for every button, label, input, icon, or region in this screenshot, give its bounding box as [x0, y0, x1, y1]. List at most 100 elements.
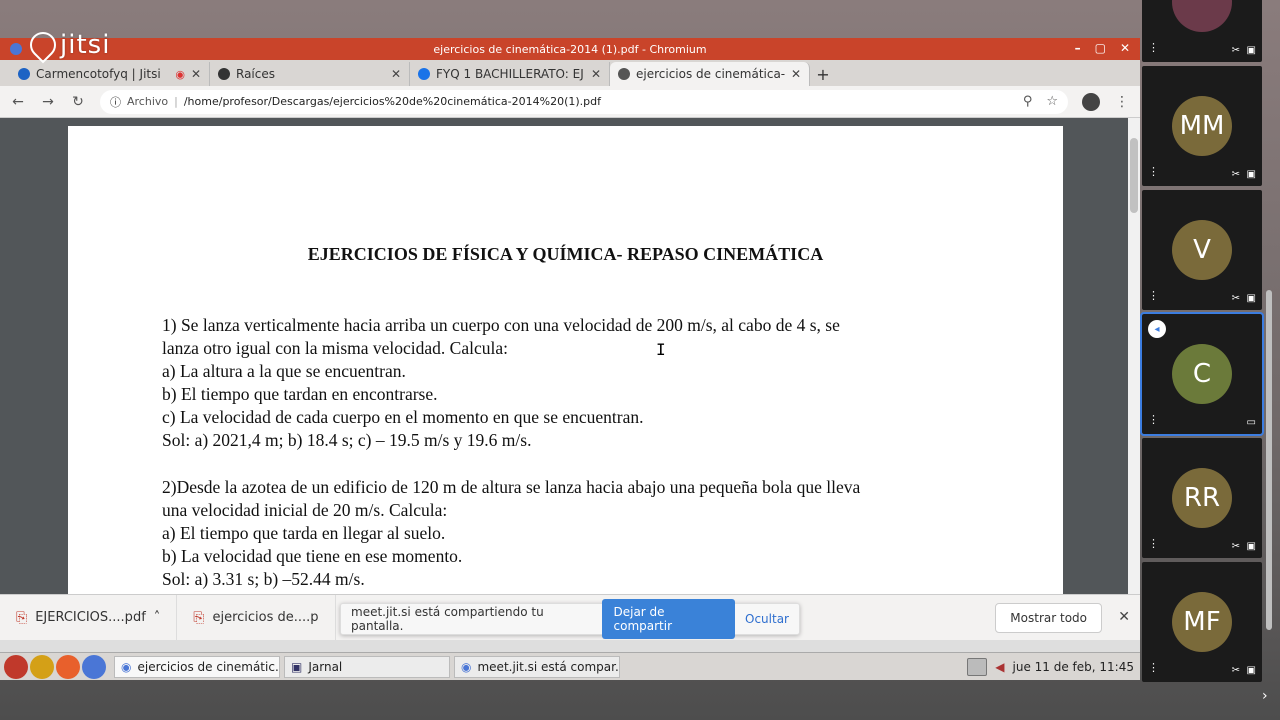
close-window-button[interactable]: ✕ — [1120, 41, 1130, 55]
close-tab-icon[interactable]: ✕ — [591, 67, 601, 81]
firefox-icon[interactable] — [56, 654, 80, 679]
jitsi-logo-icon — [24, 26, 62, 64]
mic-muted-icon: ✂ — [1231, 665, 1240, 676]
scrollbar-thumb[interactable] — [1130, 138, 1138, 213]
reload-icon[interactable]: ↻ — [70, 94, 86, 110]
chevron-right-icon[interactable]: › — [1262, 688, 1268, 704]
browser-toolbar: ← → ↻ ⓘ Archivo | /home/profesor/Descarg… — [0, 86, 1140, 118]
taskbar-item-meet[interactable]: ◉ meet.jit.si está compar... — [454, 655, 620, 678]
globe-icon — [218, 68, 230, 80]
edmodo-icon — [418, 68, 430, 80]
more-options-icon[interactable]: ⋮ — [1148, 289, 1159, 302]
hide-button[interactable]: Ocultar — [745, 612, 789, 626]
camera-off-icon: ▣ — [1246, 541, 1256, 552]
address-bar[interactable]: ⓘ Archivo | /home/profesor/Descargas/eje… — [100, 89, 1068, 114]
maximize-button[interactable]: ▢ — [1095, 41, 1106, 55]
download-filename: ejercicios de....p — [212, 610, 319, 625]
participant-tile[interactable]: MM ⋮ ✂ ▣ — [1142, 66, 1262, 186]
exercise-line: Sol: a) 2021,4 m; b) 18.4 s; c) – 19.5 m… — [162, 430, 532, 450]
download-item[interactable]: ⎘ ejercicios de....p — [177, 595, 336, 640]
info-icon[interactable]: ⓘ — [110, 94, 121, 110]
camera-off-icon: ▣ — [1246, 45, 1256, 56]
globe-icon — [618, 68, 630, 80]
exercise-line: b) El tiempo que tardan en encontrarse. — [162, 384, 438, 404]
close-tab-icon[interactable]: ✕ — [791, 67, 801, 81]
tab-label: Raíces — [236, 67, 275, 81]
screen-share-icon: ▭ — [1246, 417, 1256, 428]
screen-share-notification: meet.jit.si está compartiendo tu pantall… — [340, 599, 800, 639]
participant-avatar: MM — [1172, 96, 1232, 156]
volume-icon[interactable]: ◀ — [995, 660, 1004, 674]
exercise-line: b) La velocidad que tiene en ese momento… — [162, 546, 463, 566]
downloads-bar: ⎘ EJERCICIOS....pdf ˄ ⎘ ejercicios de...… — [0, 594, 1140, 640]
exercise-line: 2)Desde la azotea de un edificio de 120 … — [162, 477, 861, 497]
pdf-page: EJERCICIOS DE FÍSICA Y QUÍMICA- REPASO C… — [68, 126, 1063, 594]
jitsi-tab-icon — [18, 68, 30, 80]
participant-tile[interactable]: V ⋮ ✂ ▣ — [1142, 190, 1262, 310]
chromium-icon — [10, 43, 22, 55]
address-url: /home/profesor/Descargas/ejercicios%20de… — [183, 95, 601, 108]
close-tab-icon[interactable]: ✕ — [391, 67, 401, 81]
tab-fyq[interactable]: FYQ 1 BACHILLERATO: EJ ✕ — [410, 62, 610, 86]
exercise-1: 1) Se lanza verticalmente hacia arriba u… — [162, 314, 840, 452]
pdf-file-icon: ⎘ — [193, 609, 205, 626]
close-downloads-icon[interactable]: ✕ — [1118, 609, 1130, 625]
exercise-line: 1) Se lanza verticalmente hacia arriba u… — [162, 315, 840, 335]
participant-tile[interactable]: ⋮ ✂ ▣ — [1142, 0, 1262, 62]
system-tray: ◀ jue 11 de feb, 11:45 — [967, 657, 1140, 676]
more-options-icon[interactable]: ⋮ — [1148, 413, 1159, 426]
exercise-line: a) La altura a la que se encuentran. — [162, 361, 406, 381]
more-options-icon[interactable]: ⋮ — [1148, 165, 1159, 178]
new-tab-button[interactable]: + — [810, 62, 836, 86]
chromium-small-icon: ◉ — [121, 659, 132, 674]
minimize-button[interactable]: – — [1075, 41, 1081, 55]
exercise-line: una velocidad inicial de 20 m/s. Calcula… — [162, 500, 448, 520]
exercise-line: lanza otro igual con la misma velocidad.… — [162, 338, 508, 358]
window-titlebar: ejercicios de cinemática-2014 (1).pdf - … — [0, 38, 1140, 60]
chromium-launcher-icon[interactable] — [82, 654, 106, 679]
participant-tile[interactable]: RR ⋮ ✂ ▣ — [1142, 438, 1262, 558]
pdf-title: EJERCICIOS DE FÍSICA Y QUÍMICA- REPASO C… — [307, 244, 824, 264]
profile-avatar-icon[interactable] — [1082, 92, 1100, 111]
menu-kebab-icon[interactable]: ⋮ — [1114, 94, 1130, 110]
notes-app-icon[interactable] — [30, 654, 54, 679]
tab-label: Carmencotofyq | Jitsi — [36, 67, 161, 81]
pdf-viewer: EJERCICIOS DE FÍSICA Y QUÍMICA- REPASO C… — [0, 118, 1140, 594]
address-separator: | — [174, 95, 178, 108]
participant-tile[interactable]: MF ⋮ ✂ ▣ — [1142, 562, 1262, 682]
shared-screen: ejercicios de cinemática-2014 (1).pdf - … — [0, 38, 1140, 680]
tab-raices[interactable]: Raíces ✕ — [210, 62, 410, 86]
participant-scrollbar[interactable] — [1266, 290, 1272, 630]
tab-jitsi[interactable]: Carmencotofyq | Jitsi ◉ ✕ — [10, 62, 210, 86]
more-options-icon[interactable]: ⋮ — [1148, 661, 1159, 674]
taskbar-item-chromium[interactable]: ◉ ejercicios de cinemátic... — [114, 655, 280, 678]
zoom-icon[interactable]: ⚲ — [1023, 94, 1033, 109]
participant-avatar: C — [1172, 344, 1232, 404]
clock[interactable]: jue 11 de feb, 11:45 — [1013, 660, 1134, 674]
participant-avatar — [1172, 0, 1232, 32]
back-arrow-icon[interactable]: ← — [10, 94, 26, 110]
download-item[interactable]: ⎘ EJERCICIOS....pdf ˄ — [0, 595, 178, 640]
more-options-icon[interactable]: ⋮ — [1148, 41, 1159, 54]
participant-avatar: RR — [1172, 468, 1232, 528]
camera-off-icon: ▣ — [1246, 293, 1256, 304]
participant-avatar: V — [1172, 220, 1232, 280]
bookmark-star-icon[interactable]: ☆ — [1046, 94, 1058, 109]
taskbar-item-jarnal[interactable]: ▣ Jarnal — [284, 655, 450, 678]
stop-sharing-button[interactable]: Dejar de compartir — [601, 599, 736, 639]
tab-pdf[interactable]: ejercicios de cinemática-2 ✕ — [610, 62, 810, 86]
recording-icon: ◉ — [175, 67, 185, 81]
show-all-button[interactable]: Mostrar todo — [995, 603, 1102, 633]
dominant-speaker-icon: ◂ — [1148, 320, 1166, 338]
more-options-icon[interactable]: ⋮ — [1148, 537, 1159, 550]
forward-arrow-icon[interactable]: → — [40, 94, 56, 110]
address-scheme: Archivo — [127, 95, 169, 108]
exercise-line: c) La velocidad de cada cuerpo en el mom… — [162, 407, 644, 427]
participant-tile-active[interactable]: ◂ C ⋮ ▭ — [1140, 312, 1264, 436]
app-menu-icon[interactable] — [4, 654, 28, 679]
tab-label: ejercicios de cinemática-2 — [636, 67, 785, 81]
chevron-up-icon[interactable]: ˄ — [154, 610, 161, 625]
screen-capture-icon[interactable] — [967, 657, 988, 676]
pdf-scrollbar[interactable] — [1128, 118, 1140, 594]
close-tab-icon[interactable]: ✕ — [191, 67, 201, 81]
